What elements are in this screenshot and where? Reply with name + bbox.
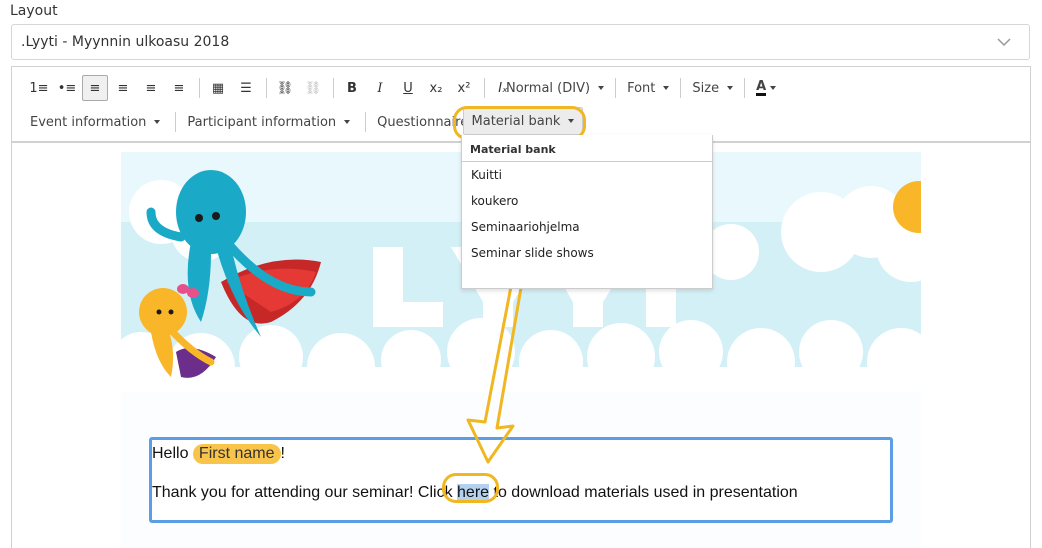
- menu-item-koukero[interactable]: koukero: [462, 188, 712, 214]
- menu-item-kuitti[interactable]: Kuitti: [462, 162, 712, 188]
- menu-item-seminar-slide-shows[interactable]: Seminar slide shows: [462, 240, 712, 266]
- menu-item-seminaariohjelma[interactable]: Seminaariohjelma: [462, 214, 712, 240]
- material-bank-menu-header: Material bank: [462, 135, 712, 162]
- material-bank-menu: Material bank Kuitti koukero Seminaarioh…: [461, 135, 713, 289]
